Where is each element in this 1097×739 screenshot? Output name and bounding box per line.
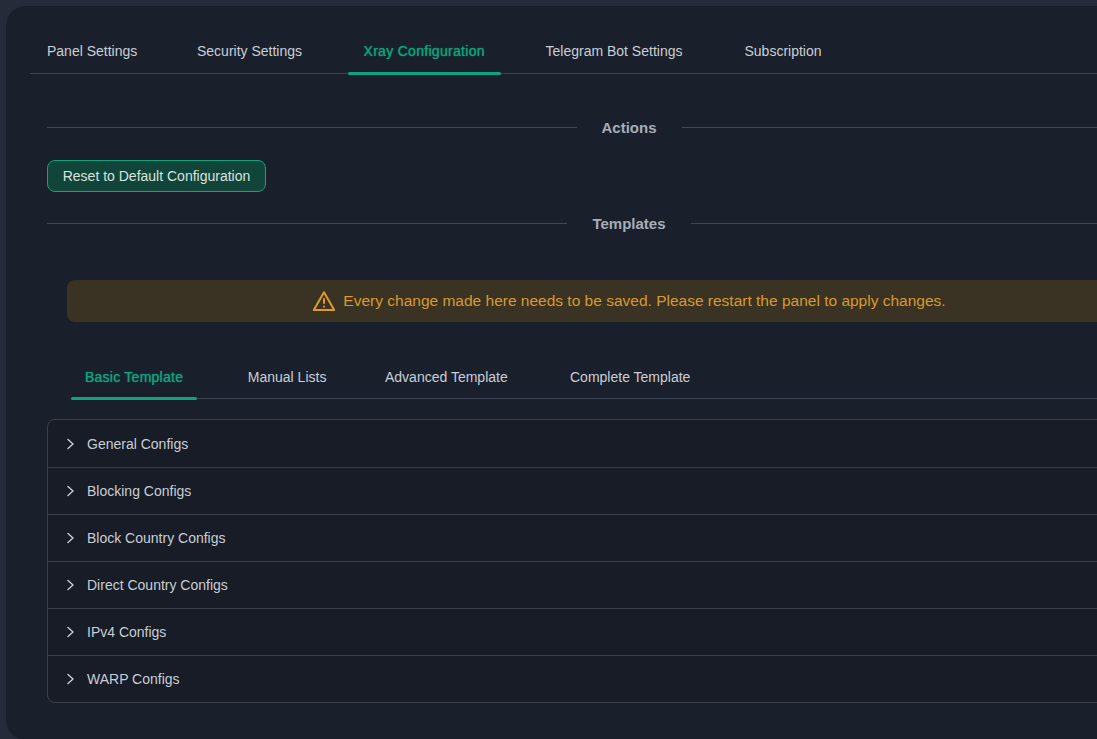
tab-label: Manual Lists [248, 369, 327, 385]
chevron-right-icon [65, 626, 77, 638]
chevron-right-icon [65, 532, 77, 544]
tab-basic-template[interactable]: Basic Template [71, 355, 197, 399]
tab-label: Telegram Bot Settings [546, 43, 683, 59]
templates-divider-title: Templates [567, 215, 690, 232]
settings-tab-bar: Panel Settings Security Settings Xray Co… [30, 28, 1097, 74]
collapse-panel-label: Blocking Configs [87, 483, 191, 499]
tab-label: Security Settings [197, 43, 302, 59]
collapse-panel-general-configs[interactable]: General Configs [48, 420, 1097, 467]
chevron-right-icon [65, 626, 77, 638]
collapse-panel-blocking-configs[interactable]: Blocking Configs [48, 467, 1097, 514]
actions-divider: Actions [47, 119, 1097, 135]
chevron-right-icon [65, 673, 77, 685]
restart-warning-alert: Every change made here needs to be saved… [67, 280, 1097, 322]
chevron-right-icon [65, 438, 77, 450]
reset-default-config-button[interactable]: Reset to Default Configuration [47, 160, 266, 192]
tab-label: Xray Configuration [364, 43, 485, 59]
tab-label: Advanced Template [385, 369, 508, 385]
tab-complete-template[interactable]: Complete Template [556, 355, 704, 399]
chevron-right-icon [65, 532, 77, 544]
chevron-right-icon [65, 579, 77, 591]
tab-advanced-template[interactable]: Advanced Template [371, 355, 522, 399]
tab-security-settings[interactable]: Security Settings [181, 28, 318, 74]
collapse-panel-ipv4-configs[interactable]: IPv4 Configs [48, 608, 1097, 655]
tab-panel-settings[interactable]: Panel Settings [31, 28, 153, 74]
collapse-panel-label: WARP Configs [87, 671, 180, 687]
collapse-panel-direct-country-configs[interactable]: Direct Country Configs [48, 561, 1097, 608]
tab-manual-lists[interactable]: Manual Lists [234, 355, 341, 399]
tab-xray-configuration[interactable]: Xray Configuration [348, 28, 501, 74]
alert-message: Every change made here needs to be saved… [343, 292, 945, 310]
collapse-panel-label: Block Country Configs [87, 530, 226, 546]
tab-label: Subscription [745, 43, 822, 59]
tab-subscription[interactable]: Subscription [729, 28, 838, 74]
collapse-panel-label: General Configs [87, 436, 188, 452]
chevron-right-icon [65, 673, 77, 685]
chevron-right-icon [65, 438, 77, 450]
warning-triangle-icon [312, 290, 336, 312]
templates-divider: Templates [47, 215, 1097, 231]
collapse-panel-label: Direct Country Configs [87, 577, 228, 593]
collapse-panel-block-country-configs[interactable]: Block Country Configs [48, 514, 1097, 561]
collapse-panel-warp-configs[interactable]: WARP Configs [48, 655, 1097, 702]
tab-label: Complete Template [570, 369, 690, 385]
settings-card: Panel Settings Security Settings Xray Co… [6, 6, 1097, 739]
template-tab-bar: Basic Template Manual Lists Advanced Tem… [71, 355, 1097, 399]
tab-label: Basic Template [85, 369, 183, 385]
chevron-right-icon [65, 485, 77, 497]
tab-telegram-bot-settings[interactable]: Telegram Bot Settings [530, 28, 699, 74]
chevron-right-icon [65, 485, 77, 497]
config-collapse: General Configs Blocking Configs Block C… [47, 419, 1097, 703]
collapse-panel-label: IPv4 Configs [87, 624, 166, 640]
tab-label: Panel Settings [47, 43, 137, 59]
chevron-right-icon [65, 579, 77, 591]
actions-divider-title: Actions [577, 119, 682, 136]
